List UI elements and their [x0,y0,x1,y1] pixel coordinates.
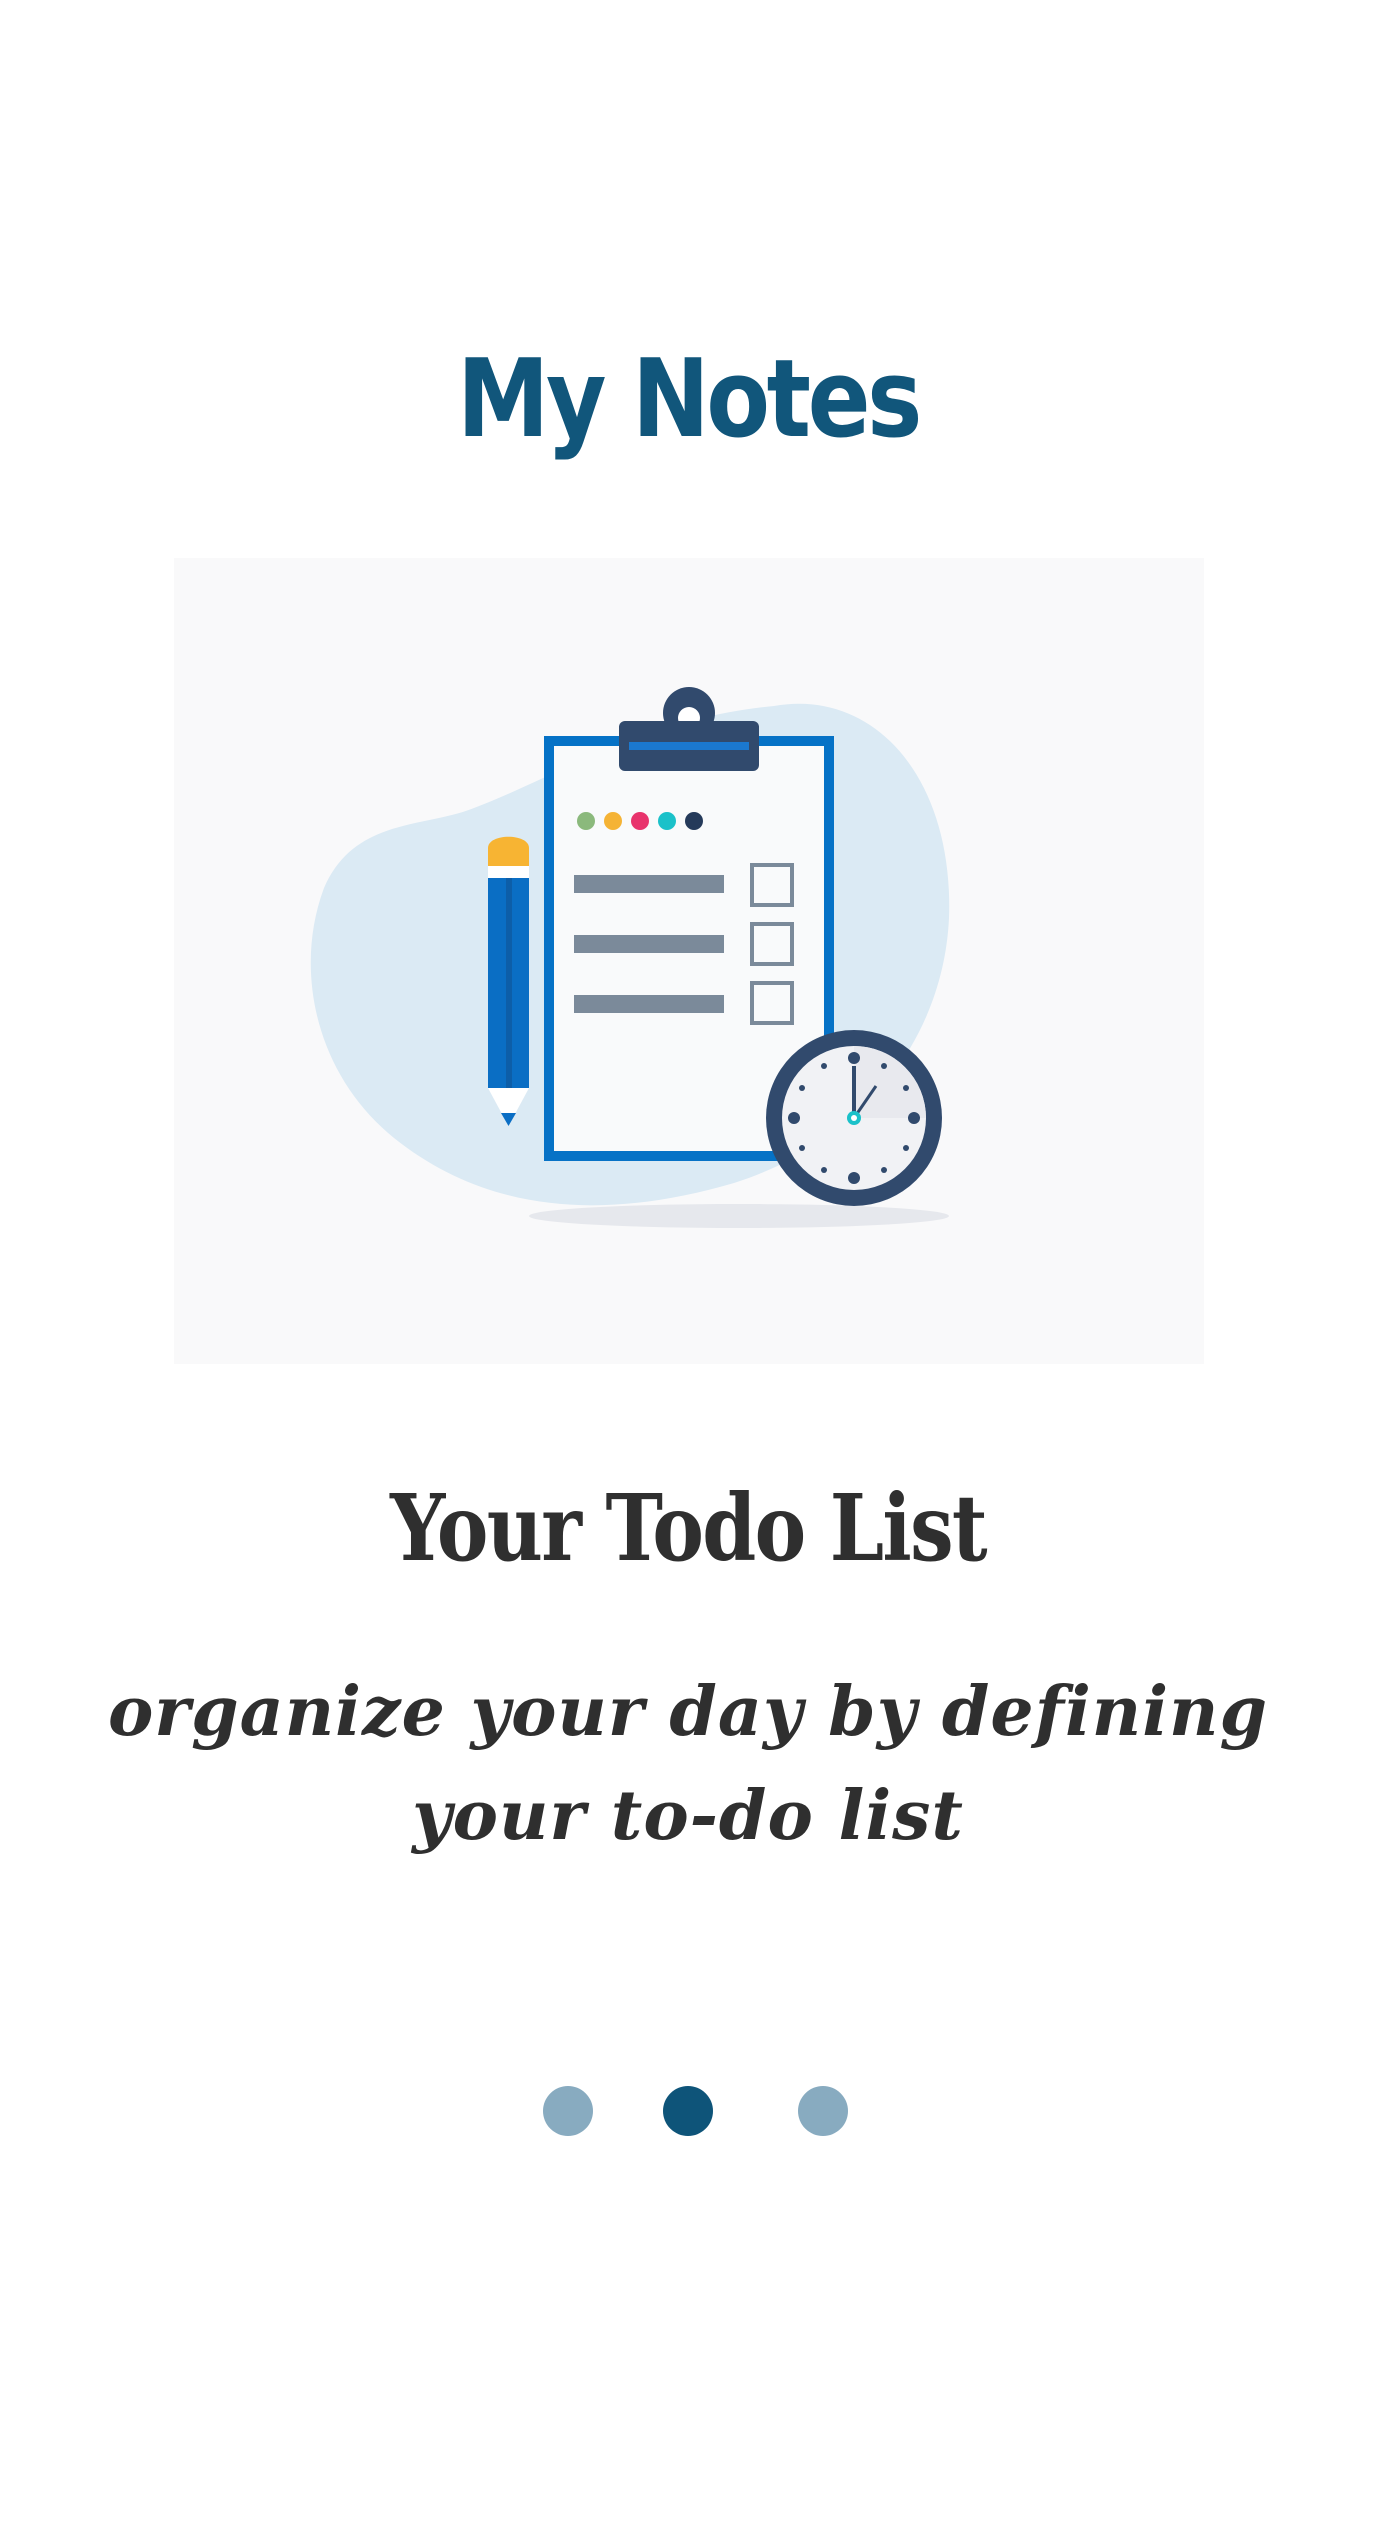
app-title: My Notes [456,337,922,462]
pencil-icon [488,836,529,1126]
slide-description-line-1: organize your day by defining [107,1672,1269,1752]
page-dot-3[interactable] [798,2086,848,2136]
shadow-shape [529,1204,949,1228]
clock-icon [766,1030,942,1206]
slide-description-line-2: your to-do list [412,1776,964,1856]
page-dot-2[interactable] [663,2086,713,2136]
page-dot-1[interactable] [543,2086,593,2136]
todo-illustration [174,558,1204,1364]
slide-title: Your Todo List [390,1474,988,1582]
slide-description: organize your day by defining your to-do… [90,1660,1286,1868]
page-indicator [0,2086,1376,2138]
